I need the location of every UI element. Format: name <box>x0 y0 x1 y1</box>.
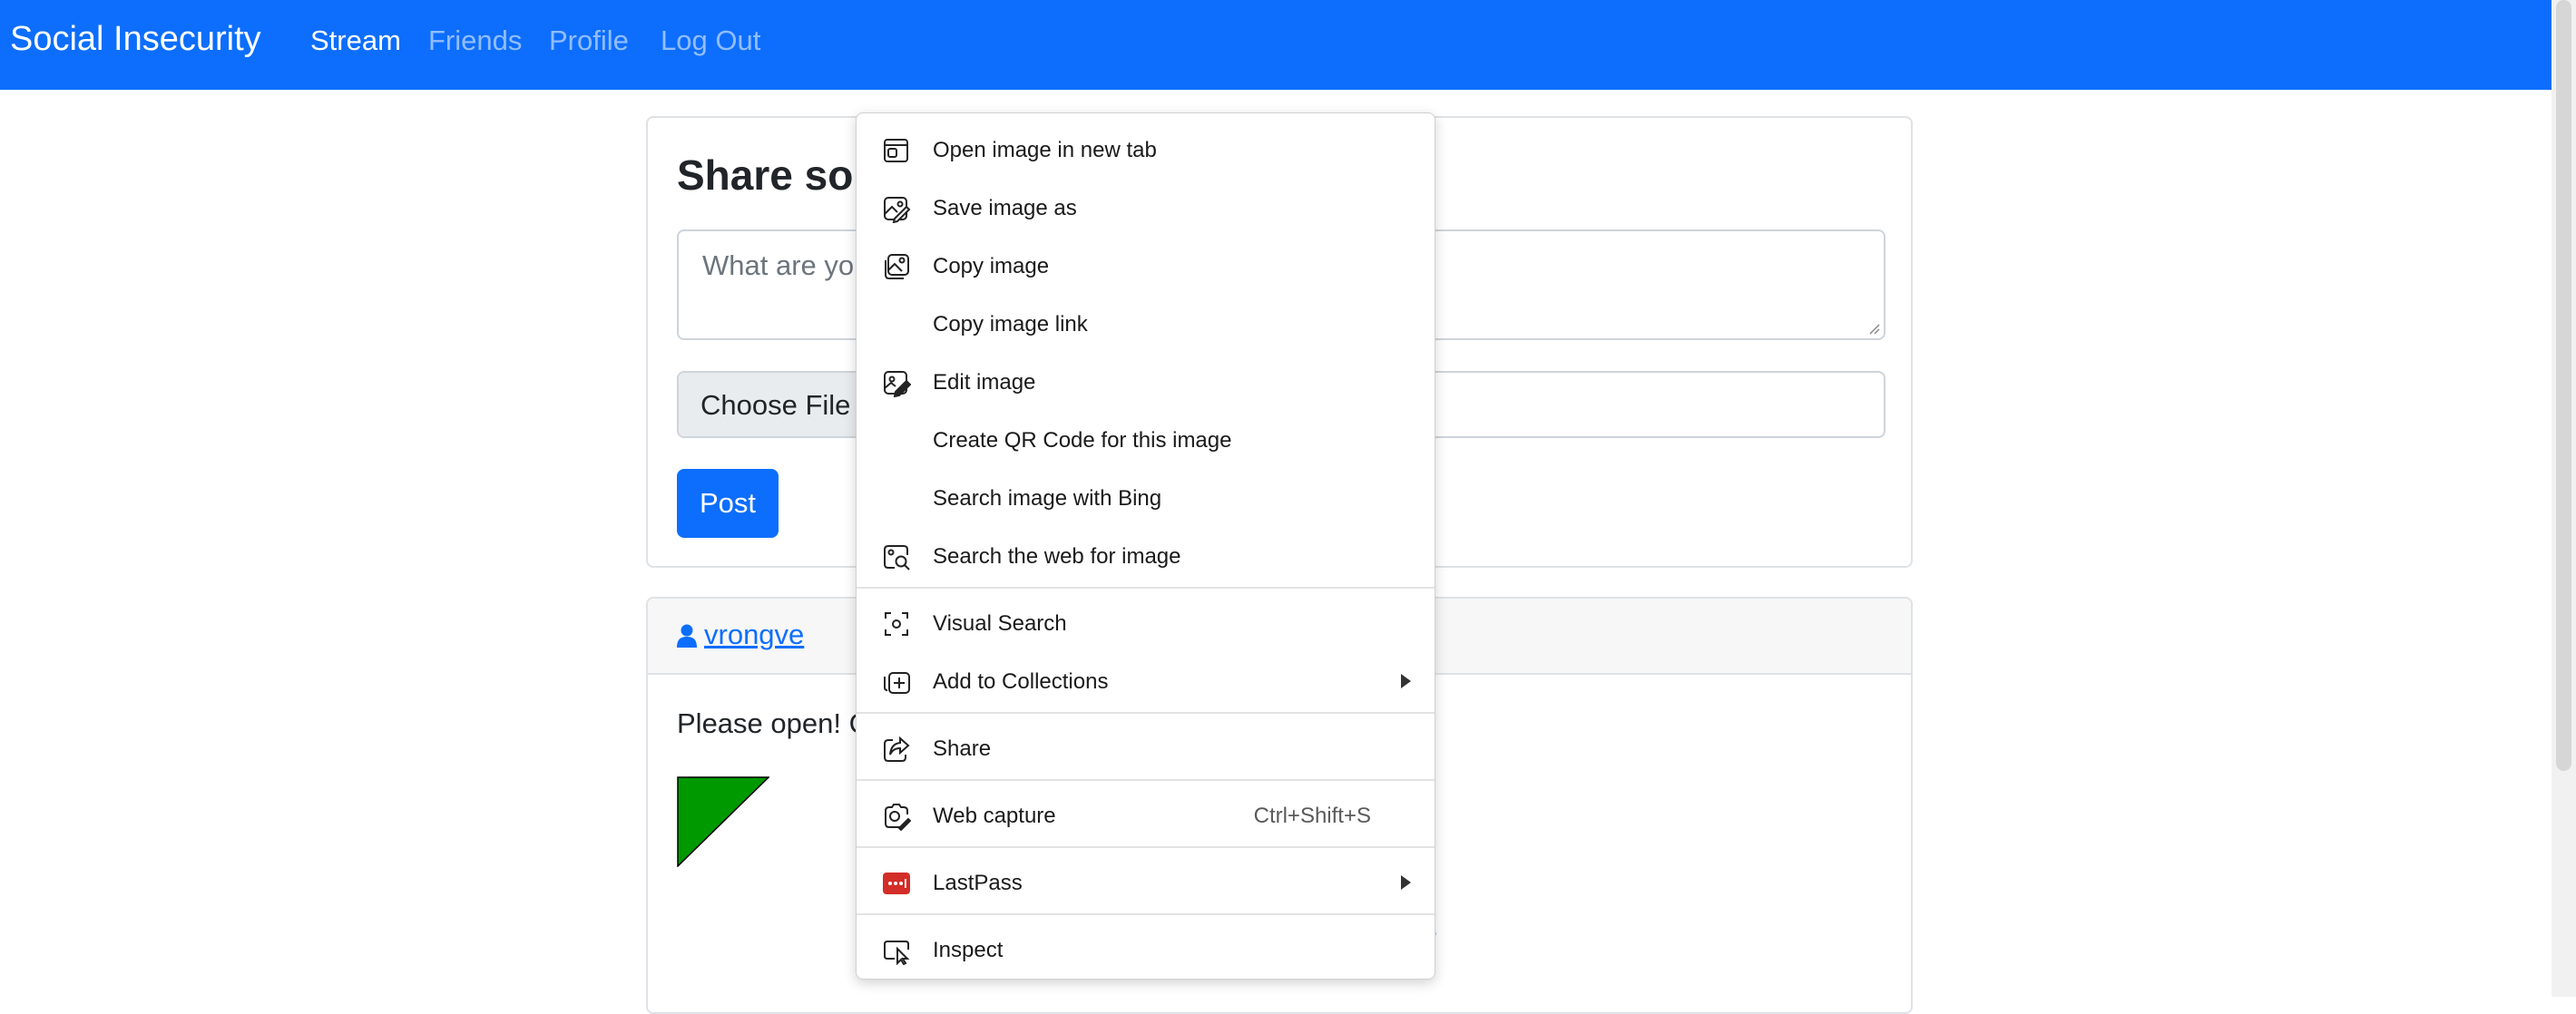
menu-item-label: LastPass <box>933 871 1023 895</box>
share-icon <box>882 735 911 764</box>
menu-separator <box>857 913 1435 915</box>
menu-separator <box>857 779 1435 781</box>
menu-item-label: Visual Search <box>933 611 1067 636</box>
nav-link-profile[interactable]: Profile <box>549 24 629 57</box>
menu-separator <box>857 587 1435 589</box>
nav-link-stream[interactable]: Stream <box>310 24 401 57</box>
menu-item-label: Inspect <box>933 938 1004 962</box>
menu-item-label: Search image with Bing <box>933 486 1162 511</box>
menu-item-label: Web capture <box>933 804 1056 828</box>
page-scrollbar[interactable] <box>2552 0 2576 997</box>
menu-item-copy-image[interactable]: Copy image <box>857 239 1435 295</box>
menu-separator <box>857 846 1435 848</box>
edit-image-icon <box>882 368 912 398</box>
post-author-link[interactable]: vrongve <box>704 619 804 651</box>
menu-item-create-qr-code[interactable]: Create QR Code for this image <box>857 413 1435 469</box>
menu-item-label: Copy image <box>933 254 1050 278</box>
choose-file-button[interactable]: Choose File <box>679 373 880 436</box>
menu-item-search-image-bing[interactable]: Search image with Bing <box>857 471 1435 527</box>
menu-item-copy-image-link[interactable]: Copy image link <box>857 297 1435 353</box>
status-placeholder: What are yo <box>702 249 855 281</box>
save-image-icon <box>882 194 911 224</box>
submenu-arrow-icon <box>1401 875 1411 890</box>
nav-link-logout[interactable]: Log Out <box>661 24 760 57</box>
menu-item-inspect[interactable]: Inspect <box>857 922 1435 979</box>
menu-item-label: Create QR Code for this image <box>933 428 1232 453</box>
submenu-arrow-icon <box>1401 674 1411 688</box>
menu-item-label: Search the web for image <box>933 544 1181 569</box>
post-button[interactable]: Post <box>677 469 779 538</box>
lastpass-icon <box>882 869 911 898</box>
menu-item-edit-image[interactable]: Edit image <box>857 355 1435 411</box>
menu-item-add-to-collections[interactable]: Add to Collections <box>857 654 1435 710</box>
resize-handle-icon[interactable] <box>1867 322 1880 335</box>
inspect-icon <box>882 936 911 966</box>
post-image[interactable] <box>677 776 770 868</box>
menu-item-visual-search[interactable]: Visual Search <box>857 596 1435 652</box>
menu-item-label: Copy image link <box>933 312 1088 336</box>
web-capture-icon <box>882 802 912 832</box>
search-image-icon <box>882 542 911 571</box>
menu-item-save-image-as[interactable]: Save image as <box>857 180 1435 237</box>
menu-item-web-capture[interactable]: Web capture Ctrl+Shift+S <box>857 788 1435 844</box>
scrollbar-thumb[interactable] <box>2556 0 2571 771</box>
menu-item-lastpass[interactable]: LastPass <box>857 855 1435 912</box>
choose-file-label: Choose File <box>700 389 851 421</box>
copy-image-icon <box>882 252 911 281</box>
menu-item-label: Add to Collections <box>933 669 1109 694</box>
context-menu: Open image in new tab Save image as Copy… <box>856 112 1435 980</box>
post-text: Please open! C <box>677 707 869 739</box>
menu-item-search-web-for-image[interactable]: Search the web for image <box>857 529 1435 585</box>
menu-item-shortcut: Ctrl+Shift+S <box>1253 804 1371 828</box>
user-icon <box>677 624 697 648</box>
menu-item-label: Edit image <box>933 370 1036 395</box>
menu-item-open-image-new-tab[interactable]: Open image in new tab <box>857 122 1435 179</box>
menu-item-label: Save image as <box>933 196 1077 220</box>
visual-search-icon <box>882 609 911 639</box>
menu-separator <box>857 712 1435 714</box>
navbar: Social Insecurity Stream Friends Profile… <box>0 0 2552 90</box>
share-title: Share sor <box>677 151 870 199</box>
nav-link-friends[interactable]: Friends <box>428 24 522 57</box>
menu-item-share[interactable]: Share <box>857 721 1435 777</box>
collections-icon <box>882 668 911 697</box>
menu-item-label: Share <box>933 736 992 761</box>
navbar-brand[interactable]: Social Insecurity <box>10 20 261 59</box>
open-in-new-tab-icon <box>882 136 911 165</box>
menu-item-label: Open image in new tab <box>933 138 1157 162</box>
